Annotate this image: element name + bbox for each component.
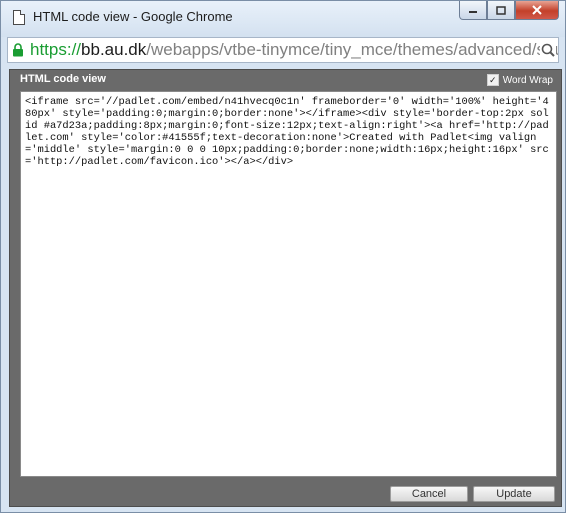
dialog-title: HTML code view	[20, 73, 106, 85]
update-button[interactable]: Update	[473, 486, 555, 502]
word-wrap-label: Word Wrap	[502, 74, 553, 86]
zoom-icon[interactable]	[540, 42, 556, 58]
title-bar[interactable]: HTML code view - Google Chrome	[1, 1, 565, 37]
html-code-view-dialog: HTML code view ✓ Word Wrap <iframe src='…	[9, 69, 562, 507]
window-title: HTML code view - Google Chrome	[33, 9, 233, 24]
html-code-textarea[interactable]: <iframe src='//padlet.com/embed/n41hvecq…	[20, 91, 557, 477]
close-icon	[532, 5, 542, 15]
url-host: bb.au.dk	[81, 40, 147, 59]
dialog-header: HTML code view ✓ Word Wrap	[10, 70, 561, 90]
maximize-button[interactable]	[487, 1, 515, 20]
word-wrap-toggle[interactable]: ✓ Word Wrap	[486, 74, 553, 86]
minimize-button[interactable]	[459, 1, 487, 20]
address-bar[interactable]: https://bb.au.dk/webapps/vtbe-tinymce/ti…	[7, 37, 559, 63]
browser-window: HTML code view - Google Chrome https://b…	[0, 0, 566, 513]
minimize-icon	[469, 11, 477, 13]
window-controls	[459, 1, 559, 20]
page-icon	[13, 10, 25, 25]
lock-icon	[13, 43, 23, 57]
cancel-button[interactable]: Cancel	[390, 486, 468, 502]
word-wrap-checkbox[interactable]: ✓	[486, 74, 499, 86]
maximize-icon	[496, 5, 506, 15]
url-path: /webapps/vtbe-tinymce/tiny_mce/themes/ad…	[146, 40, 559, 59]
url-text: https://bb.au.dk/webapps/vtbe-tinymce/ti…	[30, 40, 559, 60]
close-button[interactable]	[515, 1, 559, 20]
url-scheme: https://	[30, 40, 82, 59]
